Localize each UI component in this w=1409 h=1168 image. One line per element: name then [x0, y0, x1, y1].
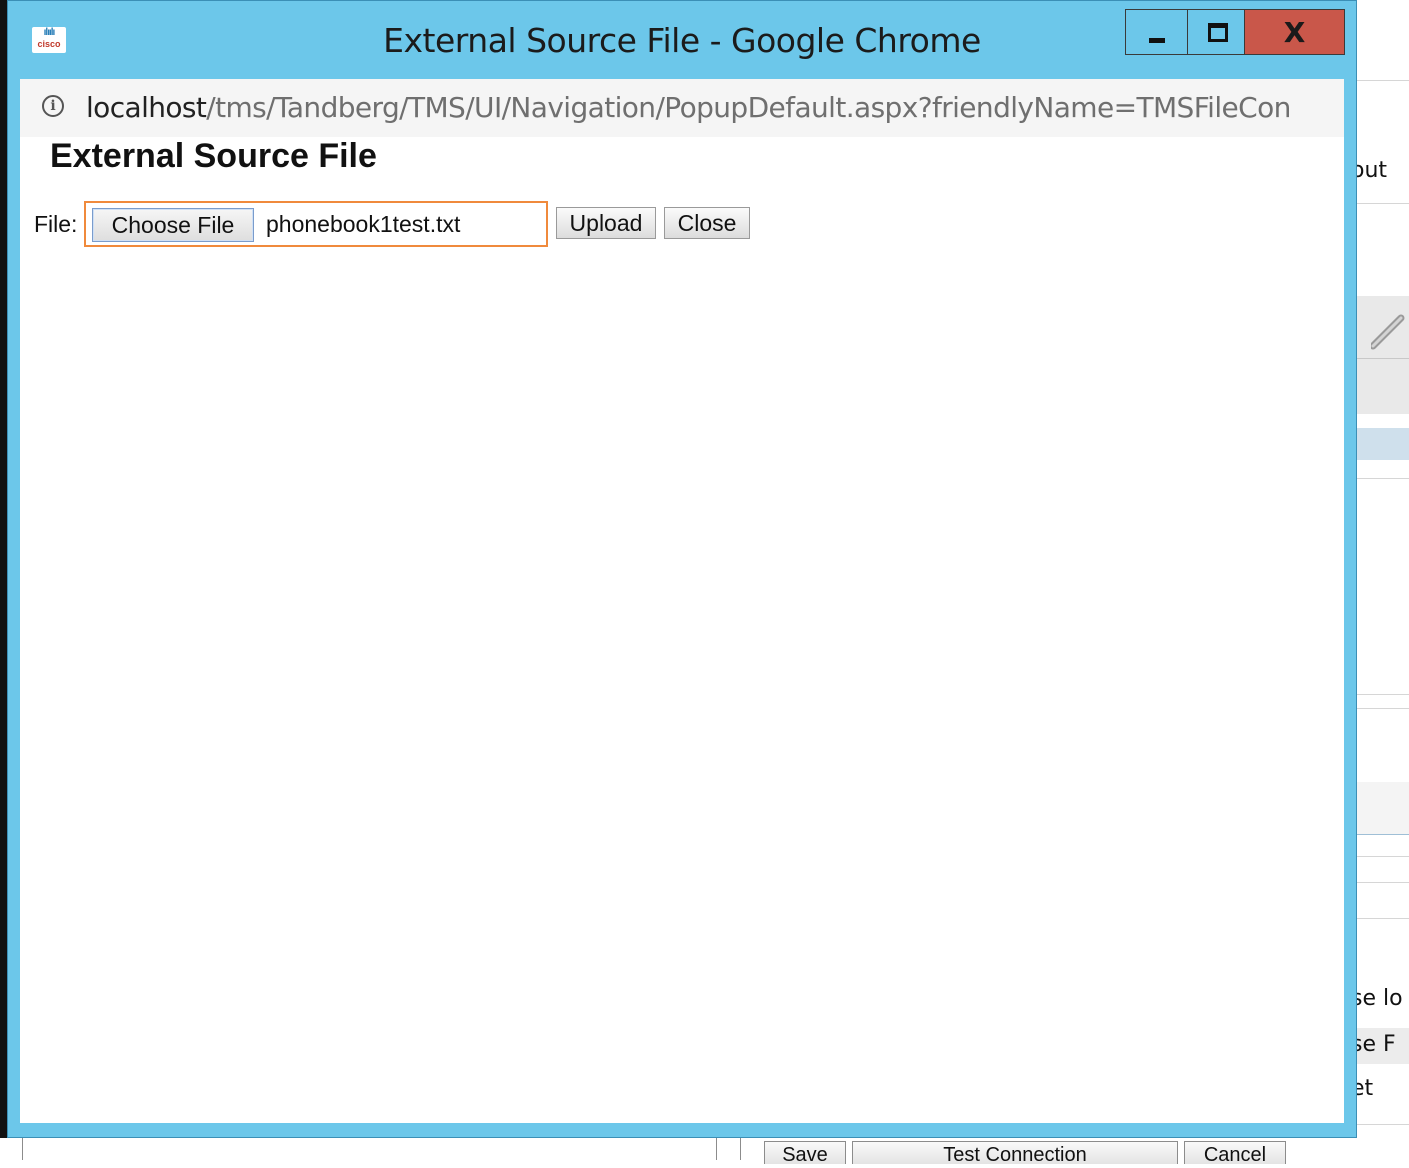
address-bar[interactable]: i localhost/tms/Tandberg/TMS/UI/Navigati… [20, 79, 1344, 138]
selected-file-name: phonebook1test.txt [266, 211, 461, 237]
background-text-fragment: se lo [1357, 986, 1403, 1011]
url-host: localhost [86, 91, 207, 124]
divider [1357, 834, 1409, 835]
background-left-edge [0, 0, 7, 1160]
maximize-icon[interactable] [1187, 9, 1245, 55]
popup-content: External Source File File: Choose File p… [20, 137, 1344, 1123]
wrench-icon [1371, 314, 1405, 350]
background-header-band [1357, 428, 1409, 460]
upload-button[interactable]: Upload [556, 207, 656, 239]
minimize-icon[interactable] [1125, 9, 1187, 55]
test-connection-button[interactable]: Test Connection [852, 1141, 1178, 1166]
background-text-fragment: out [1357, 158, 1388, 183]
divider [1357, 694, 1409, 695]
background-frame-edge [740, 1138, 741, 1160]
divider [1357, 358, 1409, 359]
background-text-fragment: et [1357, 1076, 1374, 1101]
divider [1357, 708, 1409, 709]
background-row-band [1357, 782, 1409, 834]
divider [1357, 203, 1409, 204]
info-icon[interactable]: i [42, 95, 64, 117]
window-titlebar[interactable]: ılıılı cisco External Source File - Googl… [8, 1, 1356, 79]
file-input[interactable]: Choose File phonebook1test.txt [84, 201, 548, 247]
page-title: External Source File [50, 137, 377, 175]
divider [1357, 918, 1409, 919]
background-button-bar: Save Test Connection Cancel [0, 1138, 1409, 1166]
url-text[interactable]: localhost/tms/Tandberg/TMS/UI/Navigation… [86, 91, 1291, 124]
close-button[interactable]: Close [664, 207, 750, 239]
background-frame-edge [22, 1138, 23, 1160]
save-button[interactable]: Save [764, 1141, 846, 1166]
close-glyph: X [1283, 16, 1306, 49]
divider [1357, 856, 1409, 857]
divider [1357, 80, 1409, 81]
close-icon[interactable]: X [1245, 9, 1345, 55]
background-text-fragment: se F [1357, 1032, 1396, 1057]
divider [1357, 882, 1409, 883]
divider [1357, 478, 1409, 479]
background-frame-edge [716, 1138, 717, 1160]
url-path: /tms/Tandberg/TMS/UI/Navigation/PopupDef… [206, 91, 1291, 124]
background-right-panel: out se lo se F et [1357, 0, 1409, 1160]
cancel-button[interactable]: Cancel [1184, 1141, 1286, 1166]
file-label: File: [34, 211, 78, 237]
popup-window: ılıılı cisco External Source File - Googl… [7, 0, 1357, 1138]
divider [1357, 1124, 1409, 1125]
choose-file-button[interactable]: Choose File [92, 208, 254, 242]
